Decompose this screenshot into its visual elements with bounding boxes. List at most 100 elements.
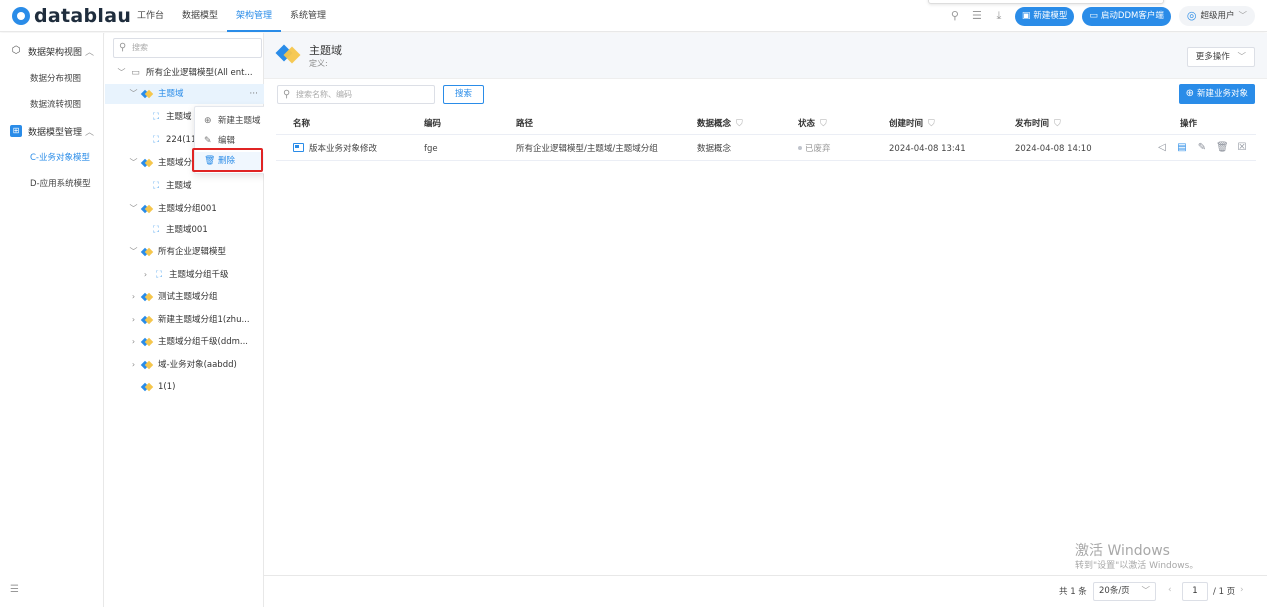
filter-icon[interactable]: ⛉ [1054, 119, 1061, 129]
sidebar-group-label: 数据模型管理 [28, 127, 83, 138]
column-status: 状态 ⛉ [798, 113, 827, 135]
top-right-tools: ⚲ ☰ ⤓ ▣ 新建模型 ▭ 启动DDM客户端 ◎ 超级用户 ﹀ [949, 6, 1255, 26]
column-label: 创建时间 [889, 119, 924, 129]
chevron-right-icon: › [131, 360, 136, 369]
leaf-node-icon: ⛶ [152, 225, 160, 235]
cell-path: 所有企业逻辑模型/主题域/主题域分组 [516, 144, 658, 154]
tree-node-subject-area-001[interactable]: ⛶ 主题域001 [151, 220, 208, 240]
page-size-select[interactable]: 20条/页 ﹀ [1093, 582, 1156, 601]
logo-text: datablau [34, 5, 132, 27]
subject-area-icon [142, 248, 153, 256]
tree-node-group-thousand-ddm[interactable]: › 主题域分组千级(ddm... [129, 332, 248, 352]
column-code: 编码 [424, 119, 442, 129]
row-operations: ◁ ▤ ✎ 🗑 ☒ [1148, 142, 1248, 154]
table-header: 名称 编码 路径 数据概念 ⛉ 状态 ⛉ 创建时间 ⛉ 发布时间 ⛉ 操作 [276, 113, 1256, 135]
tree-node-subject-area-child[interactable]: ⛶ 主题域 [151, 107, 192, 127]
tree-node-label: 224(11 [166, 135, 197, 145]
sidebar-group-model-management[interactable]: ⊞ 数据模型管理 ︿ [10, 122, 94, 140]
context-menu-label: 新建主题域 [218, 116, 261, 126]
launch-ddm-button[interactable]: ▭ 启动DDM客户端 [1082, 6, 1171, 26]
new-model-button[interactable]: ▣ 新建模型 [1014, 6, 1075, 26]
column-label: 状态 [798, 119, 816, 129]
publish-icon[interactable]: ◁ [1156, 142, 1168, 154]
nav-system[interactable]: 系统管理 [281, 0, 335, 32]
tree-node-label: 域-业务对象(aabdd) [158, 360, 237, 370]
page-number-input[interactable]: 1 [1182, 582, 1208, 601]
tree-node-label: 主题域分 [158, 158, 193, 168]
tree-node-subject-group-thousand[interactable]: › ⛶ 主题域分组千级 [141, 265, 229, 285]
view-icon[interactable]: ▤ [1176, 142, 1188, 154]
layers-icon[interactable]: ☰ [971, 10, 983, 22]
model-icon: ⊞ [10, 125, 22, 137]
chevron-right-icon: › [131, 315, 136, 324]
tree-node-all-logical-models[interactable]: ﹀ 所有企业逻辑模型 [129, 242, 227, 262]
status-badge: 已废弃 [798, 137, 831, 161]
monitor-icon: ▭ [1089, 10, 1098, 21]
next-page-icon[interactable]: › [1240, 585, 1244, 595]
collapse-sidebar-icon[interactable]: ☰ [10, 584, 19, 595]
sidebar-group-architecture-view[interactable]: ⬡ 数据架构视图 ︿ [10, 42, 94, 60]
nav-workbench[interactable]: 工作台 [128, 0, 173, 32]
main-header: 主题域 定义: 更多操作 ﹀ [264, 33, 1267, 79]
nav-architecture[interactable]: 架构管理 [227, 0, 282, 32]
tree-node-domain-business-object[interactable]: › 域-业务对象(aabdd) [129, 355, 237, 375]
tree-node-224[interactable]: ⛶ 224(11 [151, 130, 197, 150]
sidebar-item-business-object-model[interactable]: C-业务对象模型 [30, 150, 90, 166]
cell-name-text: 版本业务对象修改 [309, 144, 378, 154]
search-icon[interactable]: ⚲ [949, 10, 961, 22]
prev-page-icon[interactable]: ‹ [1168, 585, 1172, 595]
leaf-node-icon: ⛶ [152, 181, 160, 191]
tree-node-subject-area-2[interactable]: ⛶ 主题域 [151, 176, 192, 196]
filter-icon[interactable]: ⛉ [820, 119, 827, 129]
search-icon: ⚲ [119, 42, 127, 53]
sidebar-item-flow[interactable]: 数据流转视图 [30, 97, 81, 113]
table-row[interactable]: 版本业务对象修改 fge 所有企业逻辑模型/主题域/主题域分组 数据概念 已废弃… [276, 137, 1256, 161]
tree-node-new-group-1[interactable]: › 新建主题域分组1(zhu... [129, 310, 250, 330]
tree-node-subject-area[interactable]: ﹀ 主题域 ··· [105, 84, 264, 104]
column-created: 创建时间 ⛉ [889, 113, 935, 135]
column-name: 名称 [293, 119, 311, 129]
tree-node-subject-group-001[interactable]: ﹀ 主题域分组001 [129, 199, 217, 219]
top-popup-edge [928, 0, 1164, 4]
chevron-down-icon: ﹀ [1141, 586, 1150, 596]
tree-search-input[interactable]: ⚲ 搜索 [113, 38, 262, 58]
new-business-object-button[interactable]: ⊕ 新建业务对象 [1178, 84, 1255, 104]
tree-node-label: 主题域 [166, 181, 192, 191]
filter-icon[interactable]: ⛉ [928, 119, 935, 129]
tree-node-1[interactable]: 1(1) [142, 377, 175, 397]
chevron-down-icon: ﹀ [1238, 11, 1247, 21]
more-operations-dropdown[interactable]: 更多操作 ﹀ [1186, 47, 1255, 67]
tree-node-label: 所有企业逻辑模型(All ent... [146, 68, 253, 78]
status-dot [798, 146, 802, 150]
tree-node-label: 主题域分组千级 [169, 270, 229, 280]
nav-data-model[interactable]: 数据模型 [173, 0, 227, 32]
column-concept: 数据概念 ⛉ [697, 113, 743, 135]
archive-icon[interactable]: ☒ [1236, 142, 1248, 154]
cell-created: 2024-04-08 13:41 [889, 144, 966, 154]
list-search-input[interactable]: ⚲ 搜索名称、编码 [277, 85, 435, 104]
tree-node-label: 测试主题域分组 [158, 292, 218, 302]
sidebar-item-distribution[interactable]: 数据分布视图 [30, 71, 81, 87]
tree-node-test-group[interactable]: › 测试主题域分组 [129, 287, 218, 307]
filter-icon[interactable]: ⛉ [736, 119, 743, 129]
sidebar-item-app-system-model[interactable]: D-应用系统模型 [30, 176, 91, 192]
edit-icon[interactable]: ✎ [1196, 142, 1208, 154]
search-button[interactable]: 搜索 [443, 85, 484, 104]
tree-node-root[interactable]: ﹀ ▭ 所有企业逻辑模型(All ent... [117, 63, 257, 83]
cell-concept: 数据概念 [697, 144, 732, 154]
highlight-box [192, 148, 263, 172]
cell-code: fge [424, 144, 438, 154]
trash-icon[interactable]: 🗑 [1216, 142, 1229, 154]
tree-node-label: 所有企业逻辑模型 [158, 247, 227, 257]
more-options-icon[interactable]: ··· [249, 84, 258, 104]
logo[interactable]: datablau [12, 5, 131, 27]
tree-node-label: 主题域001 [166, 225, 208, 235]
download-icon[interactable]: ⤓ [993, 10, 1005, 22]
chevron-down-icon: ﹀ [117, 68, 126, 77]
tree-search-placeholder: 搜索 [132, 43, 148, 52]
context-menu-new-subject-area[interactable]: ⊕ 新建主题域 [195, 112, 265, 130]
cube-icon: ⬡ [11, 45, 21, 56]
cell-name[interactable]: 版本业务对象修改 [293, 137, 377, 161]
tree-node-subject-group[interactable]: ﹀ 主题域分 [129, 153, 193, 173]
user-menu[interactable]: ◎ 超级用户 ﹀ [1178, 6, 1255, 26]
